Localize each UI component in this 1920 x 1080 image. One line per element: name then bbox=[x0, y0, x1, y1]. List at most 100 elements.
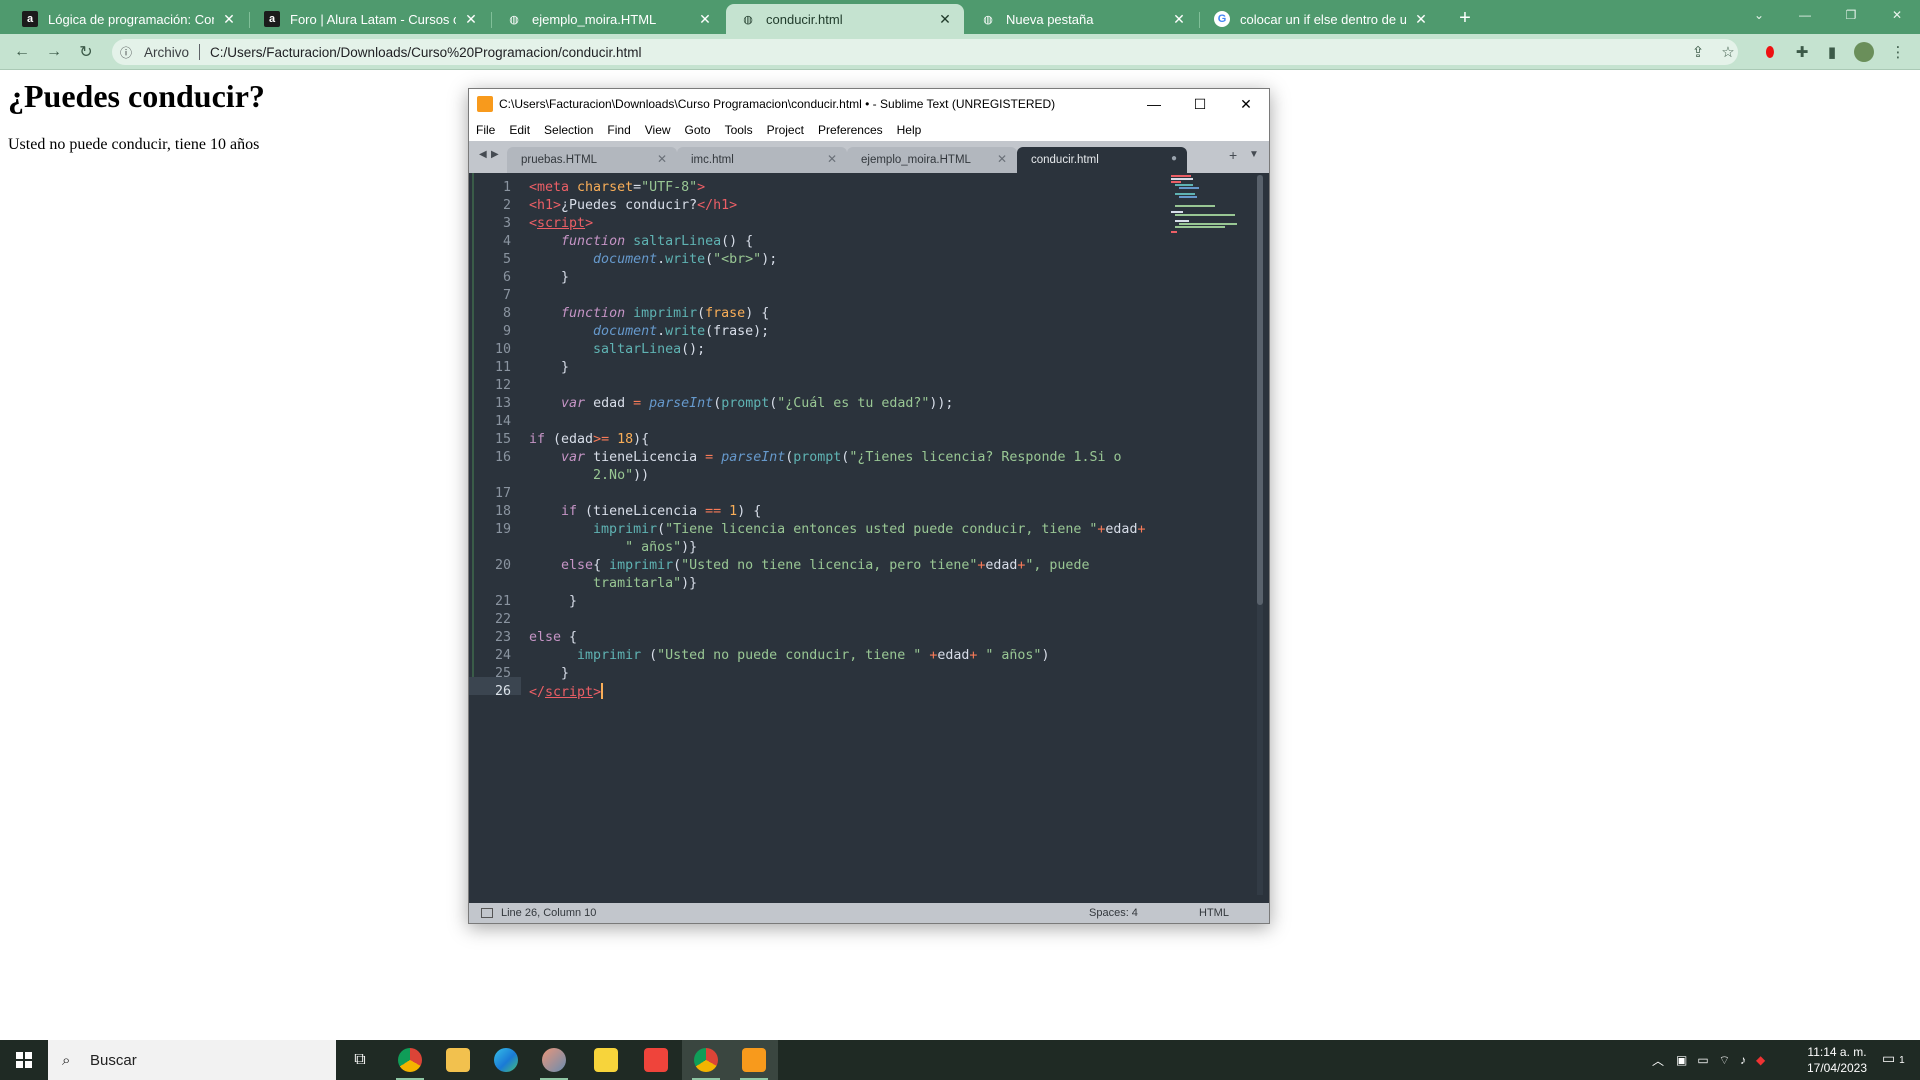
editor-tab[interactable]: pruebas.HTML ✕ bbox=[507, 147, 677, 173]
editor-tab-active[interactable]: conducir.html ● bbox=[1017, 147, 1187, 173]
menu-preferences[interactable]: Preferences bbox=[818, 123, 883, 137]
restore-icon[interactable]: ❐ bbox=[1828, 0, 1874, 30]
code-line: if (edad>= 18){ bbox=[529, 432, 650, 447]
close-icon[interactable]: ✕ bbox=[997, 152, 1007, 166]
info-icon[interactable]: ⓘ bbox=[120, 44, 138, 61]
clock-date: 17/04/2023 bbox=[1806, 1061, 1868, 1075]
bookmark-star-icon[interactable]: ☆ bbox=[1718, 42, 1738, 62]
close-icon[interactable]: ✕ bbox=[657, 152, 667, 166]
close-icon[interactable]: ✕ bbox=[220, 11, 238, 28]
close-icon[interactable]: ✕ bbox=[1412, 11, 1430, 28]
start-button[interactable] bbox=[0, 1040, 48, 1080]
editor-tab[interactable]: ejemplo_moira.HTML ✕ bbox=[847, 147, 1017, 173]
browser-tab[interactable]: a Foro | Alura Latam - Cursos onlin ✕ bbox=[250, 4, 490, 34]
back-icon[interactable]: ← bbox=[10, 40, 34, 64]
vertical-scrollbar[interactable] bbox=[1257, 175, 1263, 895]
code-line: <h1>¿Puedes conducir?</h1> bbox=[529, 198, 738, 213]
taskbar-chrome[interactable] bbox=[386, 1040, 434, 1080]
panel-toggle-icon[interactable] bbox=[481, 908, 493, 918]
sticky-notes-icon bbox=[594, 1048, 618, 1072]
taskbar-search[interactable]: ⌕ Buscar bbox=[48, 1040, 336, 1080]
new-file-icon[interactable]: + bbox=[1229, 147, 1237, 163]
close-window-icon[interactable]: ✕ bbox=[1874, 0, 1920, 30]
browser-tab[interactable]: a Lógica de programación: Conce ✕ bbox=[8, 4, 248, 34]
browser-tab[interactable]: G colocar un if else dentro de un if ✕ bbox=[1200, 4, 1440, 34]
address-bar[interactable]: ⓘ Archivo C:/Users/Facturacion/Downloads… bbox=[112, 39, 1738, 65]
new-tab-button[interactable]: + bbox=[1452, 5, 1478, 31]
reload-icon[interactable]: ↻ bbox=[74, 40, 98, 64]
windows-logo-icon bbox=[16, 1052, 32, 1068]
search-icon: ⌕ bbox=[62, 1051, 71, 1069]
forward-icon[interactable]: → bbox=[42, 40, 66, 64]
opera-extension-icon[interactable]: ⬮ bbox=[1760, 42, 1780, 62]
code-line: imprimir ("Usted no puede conducir, tien… bbox=[577, 648, 1050, 663]
menu-selection[interactable]: Selection bbox=[544, 123, 593, 137]
close-icon[interactable]: ✕ bbox=[462, 11, 480, 28]
taskbar-file-explorer[interactable] bbox=[434, 1040, 482, 1080]
code-line: } bbox=[529, 360, 570, 375]
taskbar-app[interactable] bbox=[530, 1040, 578, 1080]
minimize-icon[interactable]: — bbox=[1782, 0, 1828, 30]
tab-search-icon[interactable]: ⌄ bbox=[1736, 0, 1782, 30]
syntax-setting[interactable]: HTML bbox=[1199, 907, 1229, 919]
taskbar-sublime[interactable] bbox=[730, 1040, 778, 1080]
code-editor[interactable]: 1 2 3 4 5 6 7 8 9 10 11 12 13 14 15 16 1… bbox=[469, 173, 1269, 903]
line-number: 8 bbox=[502, 306, 511, 321]
indentation-setting[interactable]: Spaces: 4 bbox=[1089, 907, 1138, 919]
meet-now-icon[interactable]: ▣ bbox=[1676, 1053, 1687, 1067]
notifications-button[interactable]: ▭ 1 bbox=[1882, 1050, 1905, 1067]
line-number: 12 bbox=[494, 378, 511, 393]
line-number: 16 bbox=[494, 450, 511, 465]
close-icon[interactable]: ✕ bbox=[1223, 89, 1269, 119]
address-divider bbox=[199, 44, 201, 60]
address-url[interactable]: C:/Users/Facturacion/Downloads/Curso%20P… bbox=[210, 45, 641, 60]
wifi-icon[interactable]: ⌔ bbox=[1719, 1053, 1730, 1068]
menu-goto[interactable]: Goto bbox=[685, 123, 711, 137]
close-icon[interactable]: ✕ bbox=[696, 11, 714, 28]
browser-tab[interactable]: ◍ ejemplo_moira.HTML ✕ bbox=[492, 4, 724, 34]
browser-tab-active[interactable]: ◍ conducir.html ✕ bbox=[726, 4, 964, 34]
anydesk-tray-icon[interactable]: ◆ bbox=[1756, 1053, 1765, 1067]
task-view-button[interactable]: ⧉ bbox=[336, 1040, 384, 1080]
display-icon[interactable]: ▭ bbox=[1697, 1053, 1708, 1067]
code-line-current: </script> bbox=[529, 683, 604, 700]
minimap[interactable] bbox=[1169, 173, 1245, 233]
close-icon[interactable]: ✕ bbox=[936, 11, 954, 28]
editor-tab[interactable]: imc.html ✕ bbox=[677, 147, 847, 173]
unsaved-dot-icon[interactable]: ● bbox=[1171, 153, 1177, 164]
menu-kebab-icon[interactable]: ⋮ bbox=[1888, 42, 1908, 62]
close-icon[interactable]: ✕ bbox=[827, 152, 837, 166]
tab-scroll-left-icon[interactable]: ◀ bbox=[479, 149, 487, 160]
menu-help[interactable]: Help bbox=[897, 123, 922, 137]
menu-project[interactable]: Project bbox=[767, 123, 804, 137]
line-number: 24 bbox=[494, 648, 511, 663]
share-icon[interactable]: ⇪ bbox=[1688, 42, 1708, 62]
line-number: 4 bbox=[502, 234, 511, 249]
alura-icon: a bbox=[22, 11, 38, 27]
line-number: 21 bbox=[494, 594, 511, 609]
extensions-puzzle-icon[interactable]: ✚ bbox=[1792, 42, 1812, 62]
profile-avatar[interactable] bbox=[1854, 42, 1874, 62]
taskbar-clock[interactable]: 11:14 a. m. 17/04/2023 bbox=[1792, 1044, 1882, 1076]
menu-tools[interactable]: Tools bbox=[725, 123, 753, 137]
chevron-up-icon[interactable]: ︿ bbox=[1652, 1052, 1664, 1069]
menu-view[interactable]: View bbox=[645, 123, 671, 137]
volume-icon[interactable]: ♪ bbox=[1740, 1053, 1746, 1067]
tab-scroll-right-icon[interactable]: ▶ bbox=[491, 149, 499, 160]
close-icon[interactable]: ✕ bbox=[1170, 11, 1188, 28]
menu-find[interactable]: Find bbox=[607, 123, 630, 137]
tab-dropdown-icon[interactable]: ▼ bbox=[1249, 149, 1259, 160]
menu-file[interactable]: File bbox=[476, 123, 495, 137]
minimize-icon[interactable]: — bbox=[1131, 89, 1177, 119]
maximize-icon[interactable]: ☐ bbox=[1177, 89, 1223, 119]
side-panel-icon[interactable]: ▮ bbox=[1822, 42, 1842, 62]
taskbar-sticky-notes[interactable] bbox=[582, 1040, 630, 1080]
taskbar-edge[interactable] bbox=[482, 1040, 530, 1080]
taskbar-chrome-profile[interactable] bbox=[682, 1040, 730, 1080]
chrome-icon bbox=[398, 1048, 422, 1072]
taskbar-anydesk[interactable] bbox=[632, 1040, 680, 1080]
menu-edit[interactable]: Edit bbox=[509, 123, 530, 137]
code-line: var edad = parseInt(prompt("¿Cuál es tu … bbox=[561, 396, 954, 411]
scrollbar-thumb[interactable] bbox=[1257, 175, 1263, 605]
browser-tab[interactable]: ◍ Nueva pestaña ✕ bbox=[966, 4, 1198, 34]
